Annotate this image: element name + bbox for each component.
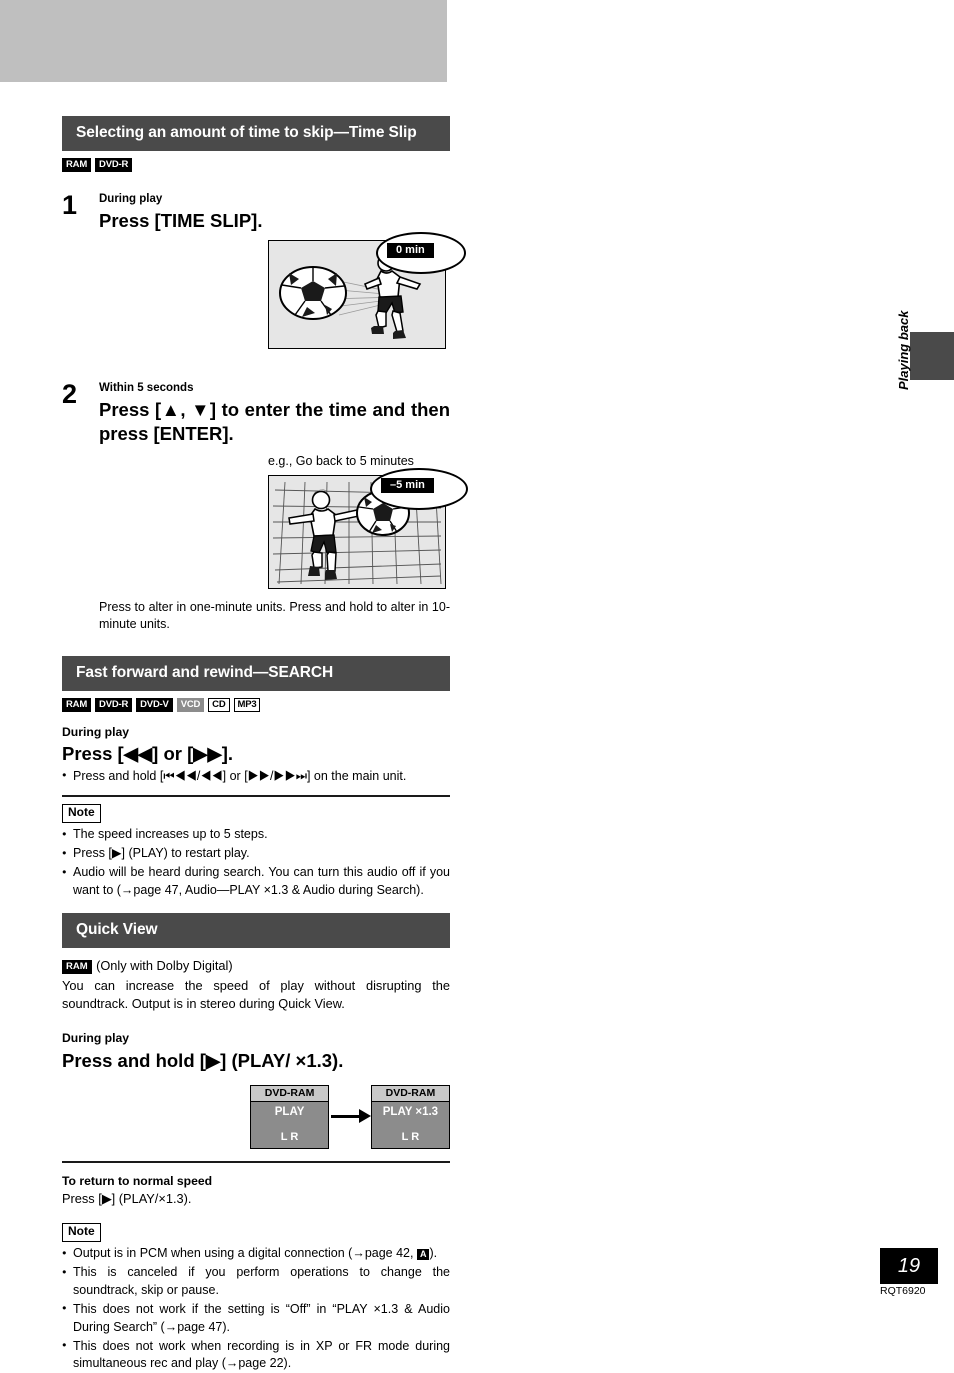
badge-ram: RAM bbox=[62, 158, 92, 172]
media-badges-time-slip: RAM DVD-R bbox=[62, 158, 450, 172]
document-code: RQT6920 bbox=[880, 1285, 926, 1297]
list-item: This does not work when recording is in … bbox=[62, 1338, 450, 1373]
section-header-quick-view: Quick View bbox=[62, 912, 450, 948]
list-item: Press [▶] (PLAY) to restart play. bbox=[62, 845, 450, 863]
return-speed-text: Press [▶] (PLAY/×1.3). bbox=[62, 1191, 192, 1207]
quick-view-note-block: Note Output is in PCM when using a digit… bbox=[62, 1222, 450, 1373]
step-2-caption: Press to alter in one-minute units. Pres… bbox=[99, 599, 450, 632]
list-item: Output is in PCM when using a digital co… bbox=[62, 1245, 450, 1263]
divider-rule bbox=[62, 1160, 450, 1163]
quick-view-badge-note: (Only with Dolby Digital) bbox=[96, 957, 233, 973]
figure-soccer-kick-wrap: 0 min bbox=[268, 232, 466, 350]
return-speed-heading: To return to normal speed bbox=[62, 1173, 213, 1188]
display-box-line1: PLAY ×1.3 bbox=[382, 1105, 439, 1118]
search-command: Press [◀◀] or [▶▶]. bbox=[62, 742, 234, 764]
search-note-list: The speed increases up to 5 steps. Press… bbox=[62, 826, 450, 900]
goalkeeper-icon bbox=[288, 489, 360, 580]
display-box-after: DVD-RAM PLAY ×1.3 L R bbox=[370, 1084, 450, 1149]
search-bullet-list: Press and hold [⏮◀◀/◀◀] or [▶▶/▶▶⏭] on t… bbox=[62, 768, 450, 786]
quick-view-badge-line: RAM (Only with Dolby Digital) bbox=[62, 957, 450, 975]
figure-goal-net-wrap: –5 min bbox=[268, 467, 468, 589]
section-header-search: Fast forward and rewind—SEARCH bbox=[62, 656, 450, 692]
step-2-lead: Within 5 seconds bbox=[99, 382, 194, 395]
goal-net-figure: –5 min bbox=[268, 467, 468, 589]
note-tag: Note bbox=[62, 1223, 101, 1243]
soccer-ball-icon bbox=[279, 266, 347, 321]
quick-view-command: Press and hold [▶] (PLAY/ ×1.3). bbox=[62, 1049, 344, 1071]
note-text-pre: Output is in PCM when using a digital co… bbox=[73, 1246, 417, 1261]
search-note-block: Note The speed increases up to 5 steps. … bbox=[62, 803, 450, 899]
badge-mp3: MP3 bbox=[233, 698, 261, 713]
spacer-top bbox=[62, 0, 450, 116]
badge-vcd: VCD bbox=[176, 698, 205, 713]
quick-view-lead: During play bbox=[62, 1031, 130, 1046]
step-1-body: During play Press [TIME SLIP]. bbox=[99, 192, 450, 232]
side-thumb-tab bbox=[910, 332, 954, 380]
list-item: This does not work if the setting is “Of… bbox=[62, 1301, 450, 1337]
badge-ram: RAM bbox=[62, 698, 92, 713]
note-text-post: ). bbox=[429, 1246, 438, 1261]
badge-dvd-r: DVD-R bbox=[95, 158, 133, 172]
divider-rule bbox=[62, 795, 450, 798]
main-content-column: Selecting an amount of time to skip—Time… bbox=[62, 0, 468, 1373]
badge-dvd-r: DVD-R bbox=[95, 698, 133, 713]
step-1-number: 1 bbox=[62, 190, 78, 220]
transition-arrow-icon bbox=[329, 1107, 372, 1127]
badge-cd: CD bbox=[208, 698, 230, 713]
badge-ram: RAM bbox=[62, 959, 92, 974]
callout-label-minus5min: –5 min bbox=[381, 477, 434, 493]
quick-view-intro: You can increase the speed of play witho… bbox=[62, 977, 450, 1012]
callout-label-0min: 0 min bbox=[387, 243, 434, 259]
list-item: This is canceled if you perform operatio… bbox=[62, 1264, 450, 1300]
section-header-time-slip: Selecting an amount of time to skip—Time… bbox=[62, 116, 450, 151]
display-demo: DVD-RAM PLAY L R DVD-RAM PLAY ×1.3 L R bbox=[250, 1084, 450, 1149]
display-box-line1: PLAY bbox=[274, 1105, 305, 1118]
display-box-header: DVD-RAM bbox=[251, 1085, 329, 1102]
badge-dvd-v: DVD-V bbox=[136, 698, 173, 713]
note-tag: Note bbox=[62, 804, 101, 824]
display-box-line2: L R bbox=[280, 1130, 299, 1143]
search-lead: During play bbox=[62, 725, 130, 740]
quick-view-note-list: Output is in PCM when using a digital co… bbox=[62, 1245, 450, 1373]
list-item: The speed increases up to 5 steps. bbox=[62, 826, 450, 844]
display-box-header: DVD-RAM bbox=[371, 1085, 449, 1102]
step-2-body: Within 5 seconds Press [▲, ▼] to enter t… bbox=[99, 381, 450, 445]
side-tab-label: Playing back bbox=[896, 310, 911, 390]
step-1: 1 During play Press [TIME SLIP]. bbox=[62, 192, 450, 232]
display-box-line2: L R bbox=[401, 1130, 420, 1143]
step-1-instruction: Press [TIME SLIP]. bbox=[99, 209, 263, 231]
step-2: 2 Within 5 seconds Press [▲, ▼] to enter… bbox=[62, 381, 450, 445]
soccer-kick-figure: 0 min bbox=[268, 232, 466, 350]
list-item: Press and hold [⏮◀◀/◀◀] or [▶▶/▶▶⏭] on t… bbox=[62, 768, 450, 786]
badge-a: A bbox=[416, 1249, 430, 1261]
step-1-lead: During play bbox=[99, 193, 163, 205]
step-2-number: 2 bbox=[62, 379, 78, 410]
media-badges-search: RAM DVD-R DVD-V VCD CD MP3 bbox=[62, 698, 450, 713]
list-item: Audio will be heard during search. You c… bbox=[62, 864, 450, 900]
display-box-before: DVD-RAM PLAY L R bbox=[250, 1084, 330, 1149]
step-2-instruction: Press [▲, ▼] to enter the time and then … bbox=[99, 399, 450, 444]
page-number: 19 bbox=[880, 1248, 938, 1284]
